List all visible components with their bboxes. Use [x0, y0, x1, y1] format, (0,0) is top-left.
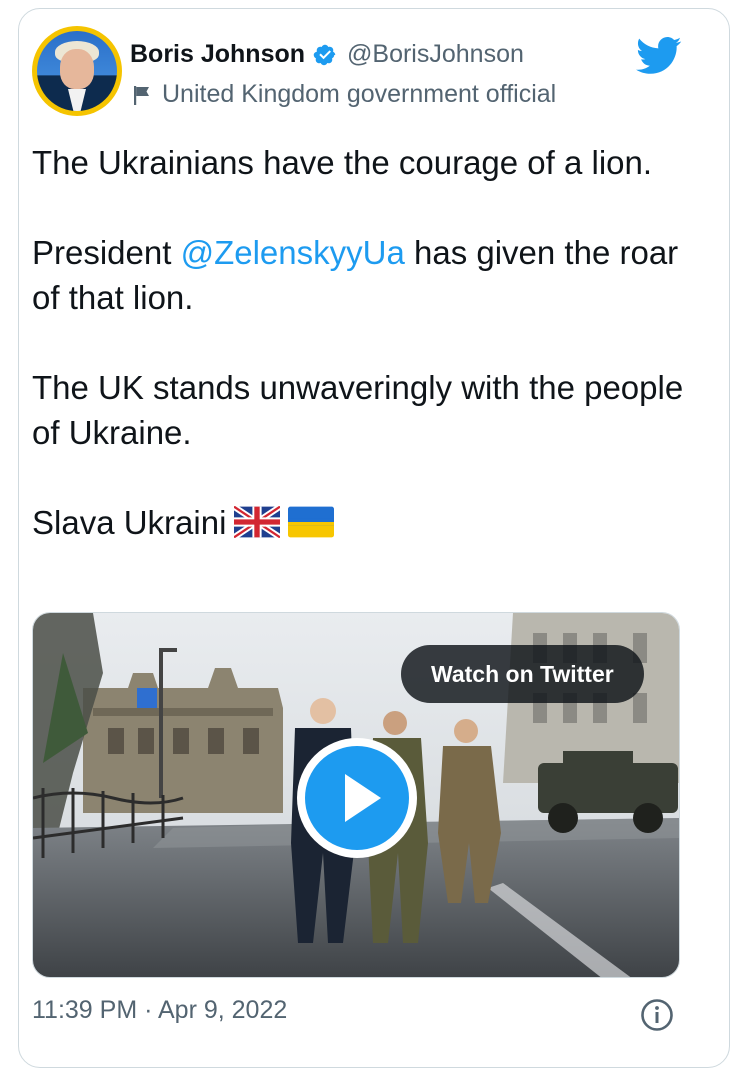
author-handle[interactable]: @BorisJohnson — [347, 40, 524, 69]
tweet-paragraph-4: Slava Ukraini — [32, 500, 692, 545]
twitter-bird-icon[interactable] — [636, 36, 682, 76]
mention-link[interactable]: @ZelenskyyUa — [181, 234, 405, 271]
ukraine-flag-icon — [288, 506, 335, 538]
tweet-timestamp[interactable]: 11:39 PM · Apr 9, 2022 — [32, 996, 287, 1025]
info-icon[interactable] — [640, 998, 674, 1032]
tweet-text-span: Slava Ukraini — [32, 504, 227, 541]
watch-on-twitter-button[interactable]: Watch on Twitter — [401, 645, 644, 703]
tweet-paragraph-3: The UK stands unwaveringly with the peop… — [32, 369, 684, 451]
affiliation-label: United Kingdom government official — [130, 80, 556, 109]
uk-flag-icon — [234, 506, 281, 538]
tweet-body: The Ukrainians have the courage of a lio… — [32, 140, 692, 545]
tweet-paragraph-2: President @ZelenskyyUa has given the roa… — [32, 230, 692, 320]
flag-icon — [134, 85, 149, 105]
tweet-text-span: President — [32, 234, 181, 271]
verified-badge-icon — [313, 44, 336, 65]
play-icon[interactable] — [295, 736, 419, 860]
avatar[interactable] — [32, 26, 122, 116]
video-player[interactable]: Watch on Twitter — [32, 612, 680, 978]
author-row: Boris Johnson @BorisJohnson — [130, 40, 524, 69]
author-name[interactable]: Boris Johnson — [130, 40, 305, 69]
avatar-photo — [37, 31, 117, 111]
affiliation-text: United Kingdom government official — [162, 80, 557, 108]
tweet-paragraph-1: The Ukrainians have the courage of a lio… — [32, 144, 653, 181]
